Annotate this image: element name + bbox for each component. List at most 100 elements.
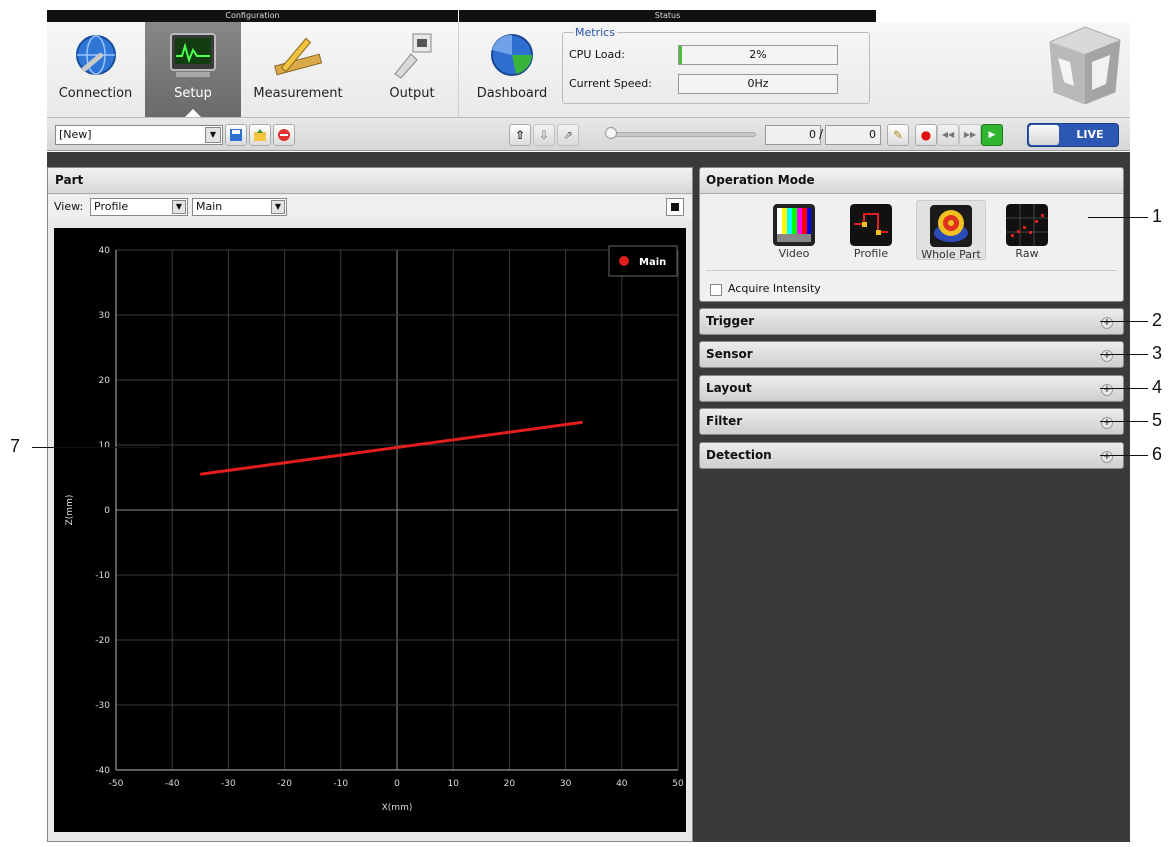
job-select[interactable]: [New] ▼ — [55, 125, 223, 145]
y-tick-label: -40 — [95, 766, 110, 776]
y-tick-label: -10 — [95, 571, 110, 581]
layout-panel-header[interactable]: Layout + — [699, 375, 1124, 402]
detection-panel-title: Detection — [706, 448, 772, 462]
upload-button[interactable]: ⇧ — [509, 124, 531, 146]
profile-plot[interactable]: -50 -40 -30 -20 -10 0 10 20 30 40 50 -40 -30 -20 -10 0 1… — [54, 228, 686, 832]
x-tick-label: 30 — [560, 779, 572, 789]
y-tick-label: 30 — [99, 311, 111, 321]
expand-icon: + — [1101, 417, 1113, 429]
cpu-load-value: 2% — [749, 48, 767, 61]
monitor-waveform-icon — [170, 33, 216, 77]
current-speed-label: Current Speed: — [569, 77, 652, 90]
sensor-panel-title: Sensor — [706, 347, 753, 361]
setup-label: Setup — [174, 86, 212, 101]
y-tick-label: 40 — [99, 246, 111, 256]
callout-7: 7 — [10, 436, 21, 456]
operation-mode-title: Operation Mode — [700, 168, 1123, 194]
mode-whole-part-label: Whole Part — [921, 248, 981, 261]
dashboard-button[interactable]: Dashboard — [472, 22, 552, 117]
frame-current-field[interactable]: 0 — [765, 125, 821, 145]
x-tick-label: 10 — [447, 779, 459, 789]
cpu-load-fill — [679, 46, 683, 64]
acquire-intensity-label: Acquire Intensity — [728, 282, 821, 295]
callout-6: 6 — [1152, 444, 1163, 464]
download-button[interactable]: ⇩ — [533, 124, 555, 146]
divider — [706, 270, 1117, 271]
ribbon-group-status: Status — [459, 10, 876, 22]
chevron-down-icon: ▼ — [205, 127, 221, 143]
legend-label: Main — [639, 257, 666, 268]
play-button[interactable]: ▶ — [981, 124, 1003, 146]
cpu-load-label: CPU Load: — [569, 48, 625, 61]
raw-data-icon — [1006, 204, 1048, 246]
trigger-panel-header[interactable]: Trigger + — [699, 308, 1124, 335]
callout-line-6 — [1100, 455, 1148, 456]
view-label: View: — [54, 200, 84, 213]
step-forward-button[interactable]: ▶▶ — [959, 124, 981, 146]
record-button[interactable]: ● — [915, 124, 937, 146]
operation-mode-panel: Operation Mode Video Profile Whole Part … — [699, 167, 1124, 302]
current-speed-value: 0Hz — [747, 77, 769, 90]
ribbon: Connection Setup Measurement Output Dash… — [47, 22, 1130, 117]
mode-raw-button[interactable]: Raw — [992, 200, 1062, 260]
output-button[interactable]: Output — [367, 22, 457, 117]
snapshot-button[interactable]: ✎ — [887, 124, 909, 146]
folder-upload-icon — [254, 129, 266, 141]
y-tick-label: 0 — [104, 506, 110, 516]
replay-slider[interactable] — [611, 132, 756, 137]
callout-line-2 — [1100, 321, 1148, 322]
view-select[interactable]: Profile ▼ — [90, 198, 188, 216]
layout-panel-title: Layout — [706, 381, 752, 395]
step-forward-icon: ▶▶ — [963, 130, 977, 139]
callout-line-4 — [1100, 388, 1148, 389]
export-button[interactable]: ⇗ — [557, 124, 579, 146]
profile-chart-svg: -50 -40 -30 -20 -10 0 10 20 30 40 50 -40 -30 -20 -10 0 1… — [65, 245, 684, 813]
x-tick-label: -30 — [221, 779, 236, 789]
live-toggle-knob — [1029, 125, 1059, 145]
mode-video-label: Video — [778, 247, 810, 260]
callout-2: 2 — [1152, 310, 1163, 330]
sensor-panel-header[interactable]: Sensor + — [699, 341, 1124, 368]
ribbon-separator — [458, 22, 459, 117]
3d-logo-icon — [1049, 26, 1121, 105]
mode-profile-button[interactable]: Profile — [836, 200, 906, 260]
export-icon: ⇗ — [562, 128, 574, 142]
output-label: Output — [389, 86, 435, 101]
expand-icon: + — [1101, 317, 1113, 329]
record-icon: ● — [920, 128, 932, 142]
acquire-intensity-checkbox[interactable] — [710, 284, 722, 296]
pie-globe-icon — [491, 34, 533, 76]
connection-button[interactable]: Connection — [47, 22, 144, 117]
callout-line-1 — [1088, 217, 1148, 218]
floppy-disk-icon — [230, 129, 242, 141]
delete-job-button[interactable] — [273, 124, 295, 146]
ribbon-group-configuration: Configuration — [47, 10, 458, 22]
step-back-button[interactable]: ◀◀ — [937, 124, 959, 146]
expand-icon: + — [1101, 384, 1113, 396]
view-select-value: Profile — [94, 200, 129, 213]
job-select-value: [New] — [59, 128, 92, 141]
y-tick-label: 20 — [99, 376, 111, 386]
save-job-button[interactable] — [225, 124, 247, 146]
mode-raw-label: Raw — [1015, 247, 1039, 260]
trigger-panel-title: Trigger — [706, 314, 755, 328]
remove-icon — [278, 129, 290, 141]
replay-slider-handle[interactable] — [605, 127, 617, 139]
x-tick-label: -40 — [165, 779, 180, 789]
chevron-down-icon: ▼ — [271, 200, 285, 214]
callout-line-5 — [1100, 421, 1148, 422]
connection-label: Connection — [58, 86, 133, 101]
part-panel-title: Part — [48, 168, 692, 194]
live-toggle[interactable]: LIVE — [1027, 123, 1119, 147]
mode-video-button[interactable]: Video — [759, 200, 829, 260]
load-job-button[interactable] — [249, 124, 271, 146]
expand-icon: + — [1101, 350, 1113, 362]
source-select[interactable]: Main ▼ — [192, 198, 287, 216]
filter-panel-header[interactable]: Filter + — [699, 408, 1124, 435]
mode-whole-part-button[interactable]: Whole Part — [916, 200, 986, 261]
setup-button[interactable]: Setup — [145, 22, 241, 117]
color-bars-icon — [773, 204, 815, 246]
measurement-button[interactable]: Measurement — [243, 22, 353, 117]
detection-panel-header[interactable]: Detection + — [699, 442, 1124, 469]
fit-view-button[interactable] — [666, 198, 684, 216]
